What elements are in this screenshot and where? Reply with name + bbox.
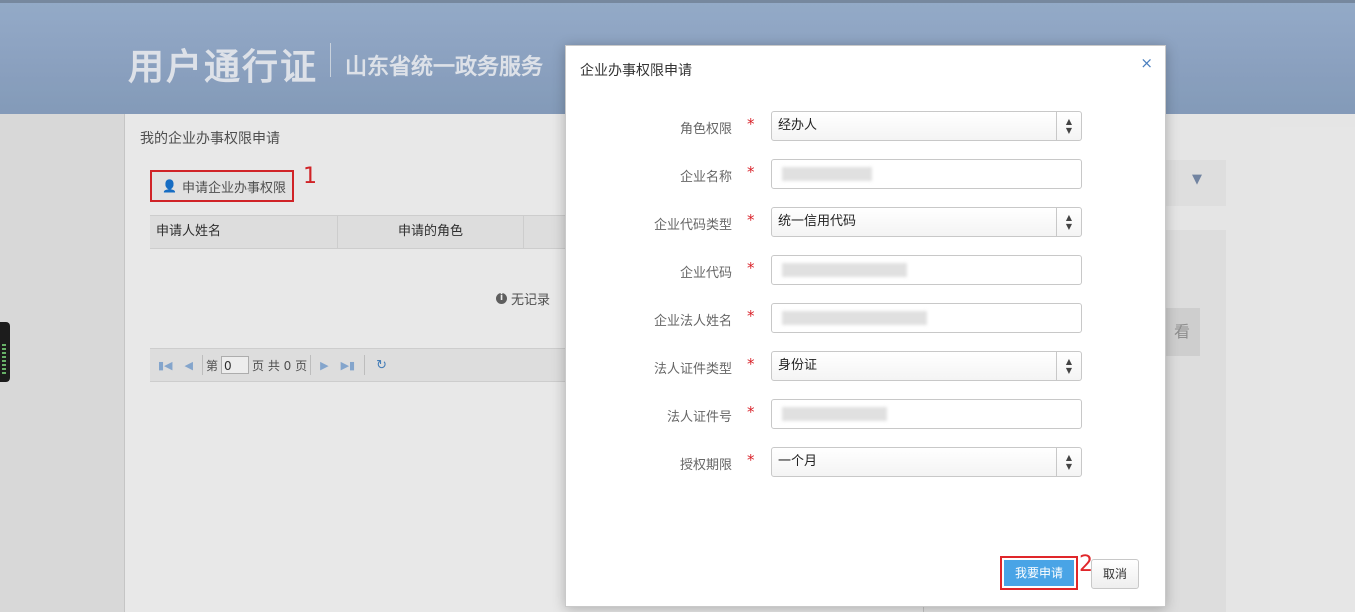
required-mark: * <box>747 211 755 229</box>
required-mark: * <box>747 403 755 421</box>
field-label: 授权期限 <box>679 458 732 473</box>
dialog-title: 企业办事权限申请 <box>580 63 692 79</box>
cancel-button[interactable]: 取消 <box>1091 559 1139 589</box>
redacted-text <box>782 167 872 181</box>
redacted-text <box>782 263 907 277</box>
close-icon[interactable]: × <box>1140 54 1153 72</box>
field-label: 企业法人姓名 <box>653 314 732 329</box>
form-row-company-name: 企业名称 * <box>566 159 1165 191</box>
required-mark: * <box>747 259 755 277</box>
select-arrows-icon: ▲ ▼ <box>1056 448 1081 476</box>
auth-period-value: 一个月 <box>778 454 818 469</box>
required-mark: * <box>747 307 755 325</box>
submit-application-label: 我要申请 <box>1004 560 1074 586</box>
select-arrows-icon: ▲ ▼ <box>1056 208 1081 236</box>
select-arrows-icon: ▲ ▼ <box>1056 112 1081 140</box>
code-type-value: 统一信用代码 <box>778 214 857 229</box>
legal-person-name-input[interactable] <box>771 303 1082 333</box>
form-row-legal-name: 企业法人姓名 * <box>566 303 1165 335</box>
redacted-text <box>782 407 887 421</box>
required-mark: * <box>747 355 755 373</box>
code-type-select[interactable]: 统一信用代码 ▲ ▼ <box>771 207 1082 237</box>
role-select-value: 经办人 <box>778 118 818 133</box>
id-type-value: 身份证 <box>778 358 818 373</box>
permission-dialog: 企业办事权限申请 × 角色权限 * 经办人 ▲ ▼ 企业名称 * 企业代码类型 *… <box>565 45 1166 607</box>
company-code-input[interactable] <box>771 255 1082 285</box>
field-label: 法人证件号 <box>666 410 732 425</box>
form-row-id-type: 法人证件类型 * 身份证 ▲ ▼ <box>566 351 1165 383</box>
form-row-id-number: 法人证件号 * <box>566 399 1165 431</box>
field-label: 企业代码 <box>679 266 732 281</box>
field-label: 法人证件类型 <box>653 362 732 377</box>
select-arrows-icon: ▲ ▼ <box>1056 352 1081 380</box>
field-label: 企业代码类型 <box>653 218 732 233</box>
redacted-text <box>782 311 927 325</box>
form-row-company-code: 企业代码 * <box>566 255 1165 287</box>
submit-application-button[interactable]: 我要申请 <box>1000 556 1078 590</box>
required-mark: * <box>747 163 755 181</box>
form-row-code-type: 企业代码类型 * 统一信用代码 ▲ ▼ <box>566 207 1165 239</box>
id-type-select[interactable]: 身份证 ▲ ▼ <box>771 351 1082 381</box>
required-mark: * <box>747 115 755 133</box>
required-mark: * <box>747 451 755 469</box>
field-label: 企业名称 <box>679 170 732 185</box>
company-name-input[interactable] <box>771 159 1082 189</box>
id-number-input[interactable] <box>771 399 1082 429</box>
auth-period-select[interactable]: 一个月 ▲ ▼ <box>771 447 1082 477</box>
form-row-role: 角色权限 * 经办人 ▲ ▼ <box>566 111 1165 143</box>
annotation-2: 2 <box>1079 552 1093 577</box>
role-select[interactable]: 经办人 ▲ ▼ <box>771 111 1082 141</box>
form-row-auth-period: 授权期限 * 一个月 ▲ ▼ <box>566 447 1165 479</box>
field-label: 角色权限 <box>679 122 732 137</box>
